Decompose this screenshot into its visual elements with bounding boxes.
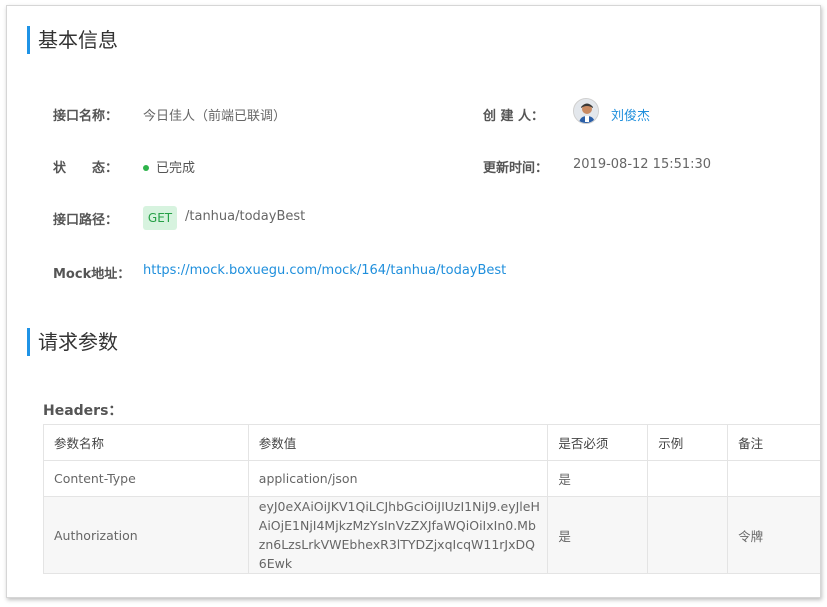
updated-time-value: 2019-08-12 15:51:30 [573, 157, 712, 172]
param-example-cell [647, 460, 729, 497]
column-header-name: 参数名称 [43, 424, 249, 461]
param-note-cell [727, 460, 820, 497]
status-text: 已完成 [156, 161, 196, 176]
param-required-cell: 是 [547, 460, 649, 497]
section-title-basic-info: 基本信息 [27, 26, 118, 54]
api-detail-panel: 基本信息 接口名称： 今日佳人（前端已联调） 创 建 人： 刘俊杰 状 态： 已… [6, 5, 821, 598]
table-row: Content-Type application/json 是 [43, 460, 820, 497]
param-value-cell: application/json [247, 460, 549, 497]
http-method-badge: GET [143, 206, 177, 230]
param-required-cell: 是 [547, 496, 649, 574]
column-header-example: 示例 [647, 424, 729, 461]
mock-url-label: Mock地址： [53, 267, 131, 282]
creator-name-link[interactable]: 刘俊杰 [611, 105, 650, 124]
table-header-row: 参数名称 参数值 是否必须 示例 备注 [43, 424, 820, 461]
param-example-cell [647, 496, 729, 574]
api-name-value: 今日佳人（前端已联调） [143, 109, 287, 124]
status-label: 状 态： [53, 161, 119, 176]
api-name-label: 接口名称： [53, 109, 119, 124]
table-row: Authorization eyJ0eXAiOiJKV1QiLCJhbGciOi… [43, 496, 820, 574]
column-header-note: 备注 [727, 424, 820, 461]
api-path-value: /tanhua/todayBest [185, 209, 306, 224]
status-dot-icon [143, 164, 149, 171]
param-note-cell: 令牌 [727, 496, 820, 574]
status-value: 已完成 [143, 157, 195, 176]
user-avatar-icon[interactable] [573, 98, 599, 124]
param-name-cell: Content-Type [43, 460, 249, 497]
column-header-value: 参数值 [247, 424, 549, 461]
headers-label: Headers： [43, 403, 123, 419]
column-header-required: 是否必须 [547, 424, 649, 461]
api-path-label: 接口路径： [53, 213, 119, 228]
headers-table: 参数名称 参数值 是否必须 示例 备注 Content-Type applica… [43, 424, 820, 574]
param-name-cell: Authorization [43, 496, 249, 574]
param-value-cell: eyJ0eXAiOiJKV1QiLCJhbGciOiJIUzI1NiJ9.eyJ… [247, 496, 549, 574]
creator-label: 创 建 人： [483, 109, 545, 124]
section-title-request-params: 请求参数 [27, 328, 118, 356]
mock-url-link[interactable]: https://mock.boxuegu.com/mock/164/tanhua… [143, 263, 506, 278]
updated-time-label: 更新时间： [483, 161, 549, 176]
